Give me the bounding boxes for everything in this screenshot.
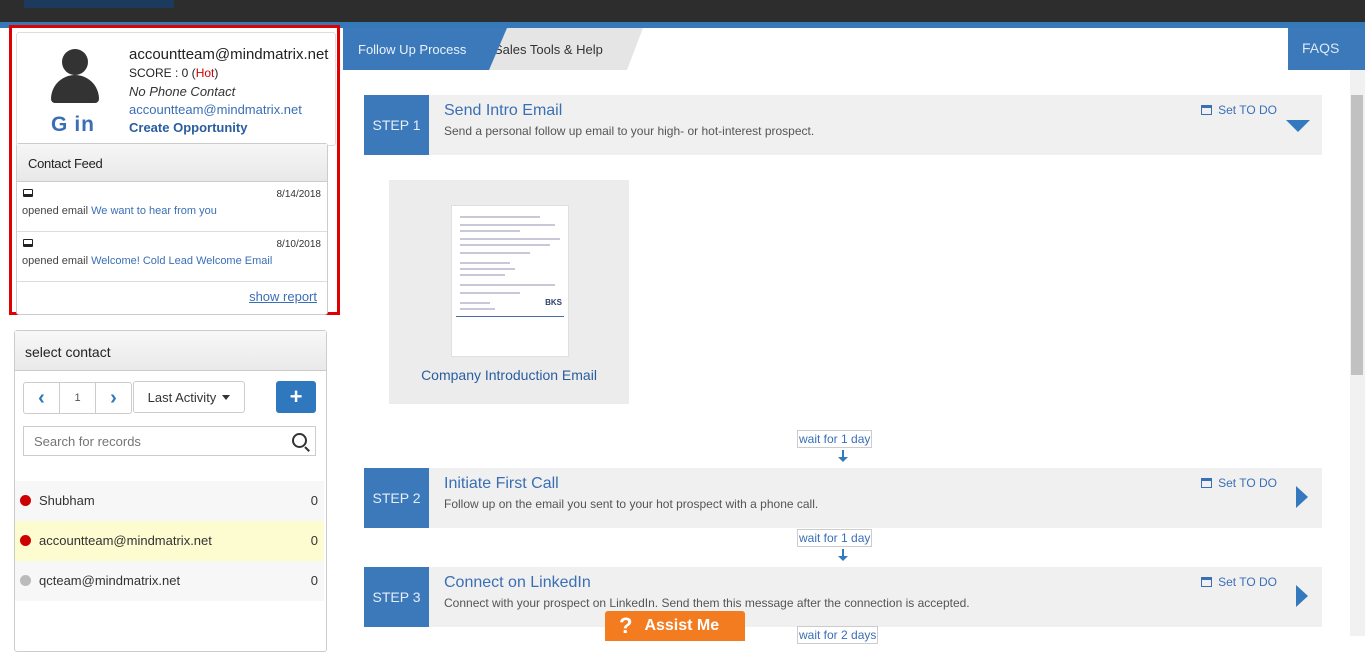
social-links: Gin	[51, 113, 101, 137]
calendar-icon	[1201, 577, 1213, 587]
feed-item-link[interactable]: We want to hear from you	[91, 205, 217, 217]
step-1: STEP 1 Send Intro Email Send a personal …	[364, 95, 1322, 155]
contact-count: 0	[310, 533, 318, 548]
set-todo-label: Set TO DO	[1218, 575, 1277, 589]
contact-feed-title: Contact Feed	[17, 144, 327, 182]
template-logo: BKS	[545, 298, 562, 307]
contact-feed: Contact Feed 8/14/2018 opened email We w…	[16, 143, 328, 315]
set-todo-button[interactable]: Set TO DO	[1201, 575, 1277, 589]
faqs-button[interactable]: FAQS	[1288, 28, 1365, 70]
set-todo-label: Set TO DO	[1218, 476, 1277, 490]
pager: ‹ 1 ›	[23, 382, 132, 414]
avatar-body-shape	[51, 75, 99, 103]
assist-me-label: Assist Me	[644, 617, 720, 634]
down-arrow-icon	[838, 549, 848, 561]
contact-count: 0	[310, 493, 318, 508]
calendar-icon	[1201, 105, 1213, 115]
linkedin-icon[interactable]: in	[74, 113, 95, 136]
sort-dropdown[interactable]: Last Activity	[133, 381, 245, 413]
step-label: STEP 2	[364, 468, 429, 528]
scrollbar-thumb[interactable]	[1351, 95, 1363, 375]
feed-item-text: opened email We want to hear from you	[22, 205, 217, 217]
status-dot	[20, 535, 31, 546]
set-todo-button[interactable]: Set TO DO	[1201, 476, 1277, 490]
search-box	[23, 426, 316, 456]
feed-item-date: 8/10/2018	[276, 239, 322, 250]
wait-badge: wait for 1 day	[797, 529, 873, 547]
contact-row-selected[interactable]: accountteam@mindmatrix.net 0	[15, 521, 324, 561]
step-title[interactable]: Connect on LinkedIn	[444, 574, 591, 592]
contact-count: 0	[310, 573, 318, 588]
show-report-link[interactable]: show report	[249, 289, 317, 304]
chevron-right-icon[interactable]	[1296, 486, 1308, 508]
step-description: Send a personal follow up email to your …	[444, 124, 815, 138]
feed-item: 8/14/2018 opened email We want to hear f…	[17, 182, 327, 232]
feed-item-text: opened email Welcome! Cold Lead Welcome …	[22, 255, 272, 267]
wait-badge: wait for 2 days	[797, 626, 879, 644]
step-2: STEP 2 Initiate First Call Follow up on …	[364, 468, 1322, 528]
template-name[interactable]: Company Introduction Email	[389, 367, 629, 383]
contact-row[interactable]: Shubham 0	[15, 481, 324, 521]
sort-dropdown-label: Last Activity	[147, 389, 217, 405]
chevron-down-icon[interactable]	[1286, 120, 1310, 132]
top-bar	[0, 0, 1365, 22]
inbox-icon	[23, 239, 33, 247]
score-hot-label: Hot	[195, 66, 215, 80]
contact-score: SCORE : 0 (Hot)	[129, 66, 218, 80]
select-contact-panel: select contact ‹ 1 › Last Activity + Shu…	[14, 330, 327, 652]
avatar-head-shape	[62, 49, 88, 75]
score-prefix: SCORE : 0 (	[129, 66, 196, 80]
step-label: STEP 1	[364, 95, 429, 155]
contact-name: qcteam@mindmatrix.net	[39, 573, 181, 588]
step-description: Follow up on the email you sent to your …	[444, 497, 819, 511]
step-label: STEP 3	[364, 567, 429, 627]
chevron-right-icon[interactable]	[1296, 585, 1308, 607]
contact-email-link[interactable]: accountteam@mindmatrix.net	[129, 102, 302, 117]
email-template-card[interactable]: BKS Company Introduction Email	[389, 180, 629, 404]
contact-name: accountteam@mindmatrix.net	[39, 533, 212, 548]
step-3: STEP 3 Connect on LinkedIn Connect with …	[364, 567, 1322, 627]
step-title[interactable]: Send Intro Email	[444, 102, 562, 120]
contact-email-heading: accountteam@mindmatrix.net	[129, 46, 329, 63]
status-dot	[20, 575, 31, 586]
set-todo-label: Set TO DO	[1218, 103, 1277, 117]
page-number[interactable]: 1	[59, 383, 96, 413]
select-contact-title: select contact	[15, 331, 326, 371]
wait-badge: wait for 1 day	[797, 430, 873, 448]
feed-item-action: opened email	[22, 205, 92, 217]
caret-down-icon	[222, 394, 231, 400]
tab-follow-up-process[interactable]: Follow Up Process	[343, 28, 507, 70]
inbox-icon	[23, 189, 33, 197]
step-description: Connect with your prospect on LinkedIn. …	[444, 596, 970, 610]
google-icon[interactable]: G	[51, 113, 68, 136]
set-todo-button[interactable]: Set TO DO	[1201, 103, 1277, 117]
calendar-icon	[1201, 478, 1213, 488]
search-input[interactable]	[32, 427, 286, 455]
feed-item-link[interactable]: Welcome! Cold Lead Welcome Email	[91, 255, 272, 267]
contact-profile: Gin accountteam@mindmatrix.net SCORE : 0…	[16, 32, 336, 146]
search-icon[interactable]	[292, 433, 307, 448]
assist-me-button[interactable]: ? Assist Me	[605, 611, 745, 641]
template-thumbnail[interactable]: BKS	[451, 205, 569, 357]
create-opportunity-link[interactable]: Create Opportunity	[129, 120, 247, 135]
contact-name: Shubham	[39, 493, 95, 508]
prev-page-icon[interactable]: ‹	[24, 383, 59, 413]
add-contact-button[interactable]: +	[276, 381, 316, 413]
tab-bar: Sales Tools & Help Follow Up Process FAQ…	[343, 28, 1365, 70]
feed-item: 8/10/2018 opened email Welcome! Cold Lea…	[17, 232, 327, 282]
avatar	[44, 45, 104, 117]
feed-item-action: opened email	[22, 255, 92, 267]
contact-card: Gin accountteam@mindmatrix.net SCORE : 0…	[9, 25, 340, 315]
contact-row[interactable]: qcteam@mindmatrix.net 0	[15, 561, 324, 601]
question-icon: ?	[619, 613, 633, 638]
status-dot	[20, 495, 31, 506]
down-arrow-icon	[838, 450, 848, 462]
score-suffix: )	[214, 66, 219, 80]
feed-item-date: 8/14/2018	[276, 189, 322, 200]
step-title[interactable]: Initiate First Call	[444, 475, 559, 493]
next-page-icon[interactable]: ›	[96, 383, 131, 413]
contact-phone: No Phone Contact	[129, 84, 236, 99]
brand-logo[interactable]	[24, 0, 174, 8]
